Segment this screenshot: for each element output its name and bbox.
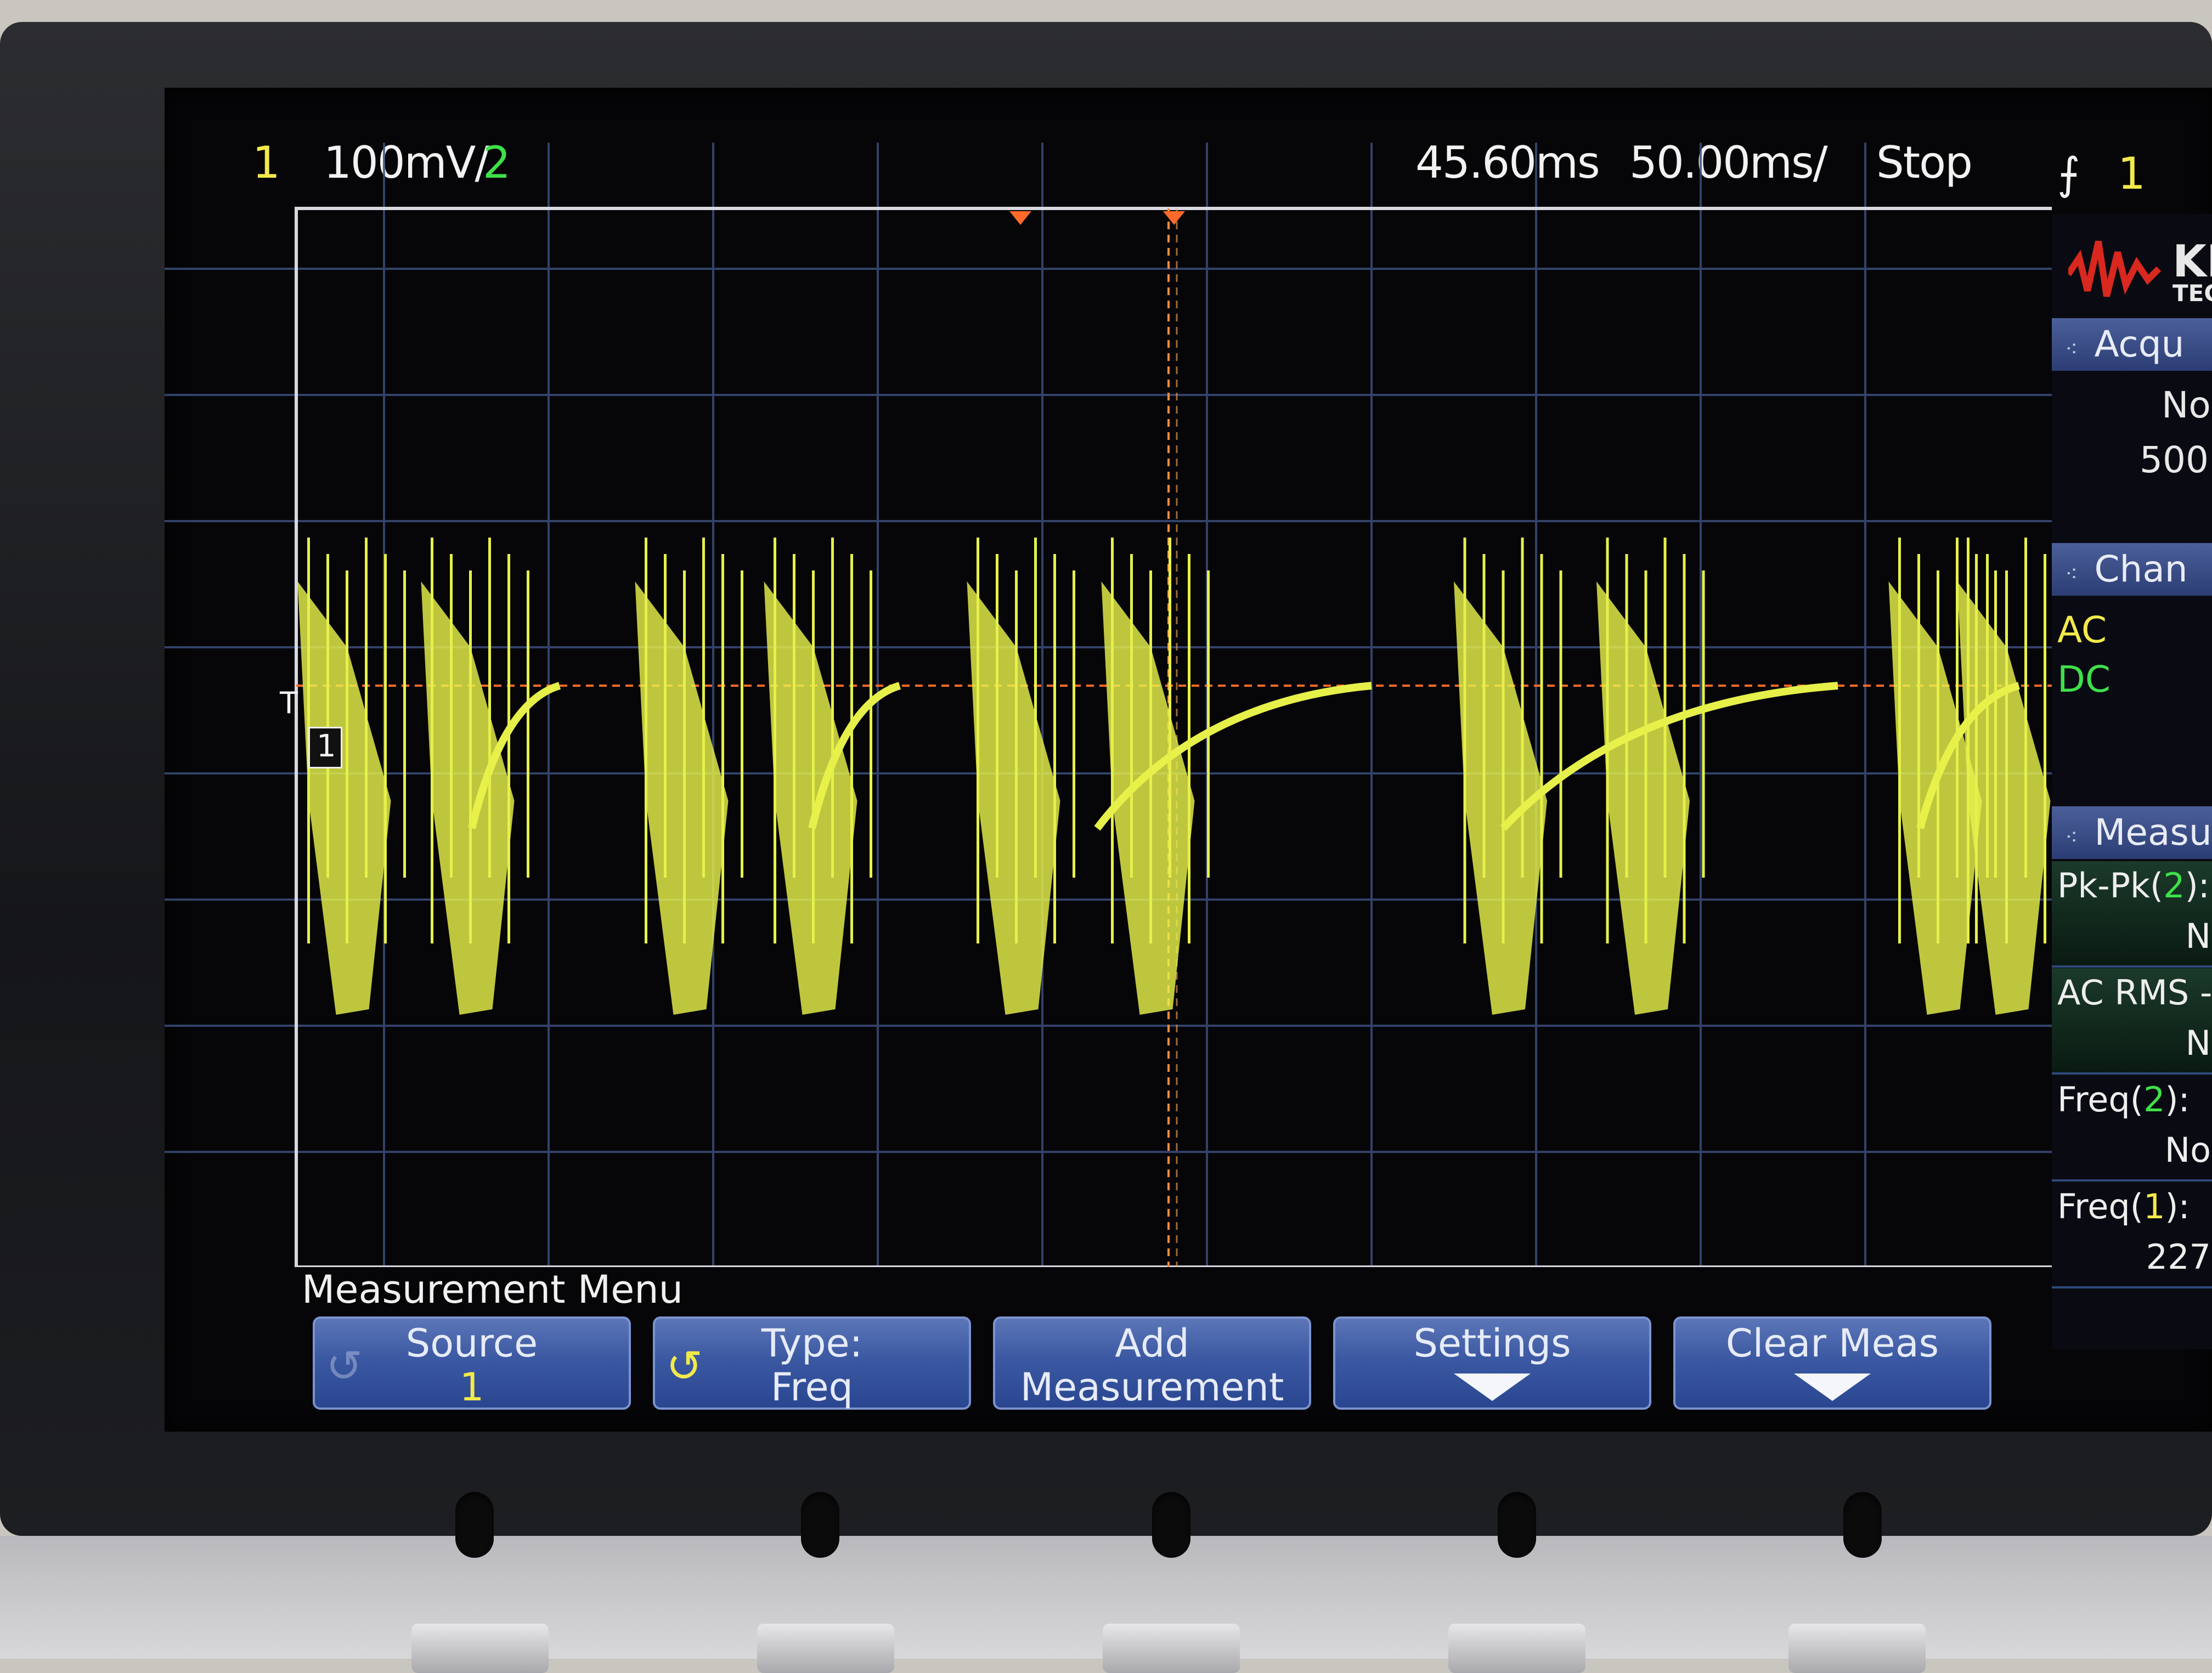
trigger-rising-edge-icon: ⨍ bbox=[2057, 148, 2080, 199]
submenu-arrow-icon bbox=[1454, 1374, 1531, 1401]
settings-softkey[interactable]: Settings bbox=[1333, 1316, 1651, 1410]
add-measurement-softkey[interactable]: Add Measurement bbox=[993, 1316, 1311, 1410]
front-button-2[interactable] bbox=[757, 1624, 894, 1673]
measurement-freq-ch1: Freq(1): 227 bbox=[2052, 1182, 2212, 1288]
type-softkey[interactable]: ↺ Type: Freq bbox=[653, 1316, 971, 1410]
trigger-source: 1 bbox=[2118, 148, 2146, 199]
front-button-3[interactable] bbox=[1103, 1624, 1240, 1673]
softkey-2-physical[interactable] bbox=[801, 1492, 839, 1558]
scope-display: 1 100mV/ 2 45.60ms 50.00ms/ Stop ⨍ 1 T 1… bbox=[165, 88, 2212, 1432]
brand-logo-icon bbox=[2068, 240, 2162, 297]
measurement-value: 227 bbox=[2146, 1237, 2211, 1277]
ch1-ground-marker: 1 bbox=[308, 727, 342, 768]
softkey-4-physical[interactable] bbox=[1498, 1492, 1536, 1558]
softkey-label: Source bbox=[405, 1321, 538, 1366]
measurement-value: N bbox=[2185, 1023, 2211, 1063]
measurement-value: N bbox=[2185, 916, 2211, 956]
trigger-position-marker bbox=[1009, 211, 1031, 225]
submenu-arrow-icon bbox=[1794, 1374, 1871, 1401]
softkey-label: Clear Meas bbox=[1725, 1321, 1939, 1366]
measurement-value: No bbox=[2164, 1130, 2211, 1170]
brand-subname: TEC bbox=[2172, 280, 2212, 307]
acquire-rate: 500M bbox=[2140, 439, 2212, 481]
time-reference-marker bbox=[1163, 211, 1185, 225]
grip-icon: ⁖ bbox=[2065, 337, 2078, 362]
measurement-freq-ch2: Freq(2): No bbox=[2052, 1075, 2212, 1182]
waveform-area bbox=[165, 143, 2052, 1267]
softkey-label: Add bbox=[1115, 1321, 1189, 1366]
clear-meas-softkey[interactable]: Clear Meas bbox=[1673, 1316, 1991, 1410]
front-button-4[interactable] bbox=[1448, 1624, 1585, 1673]
measurement-label: AC RMS - FS bbox=[2057, 973, 2212, 1013]
measurement-pkpk-ch2: Pk-Pk(2): N bbox=[2052, 861, 2212, 968]
source-softkey[interactable]: ↺ Source 1 bbox=[313, 1316, 631, 1410]
measurement-label: Pk-Pk(2): bbox=[2057, 866, 2210, 906]
softkey-label-2: Measurement bbox=[1020, 1365, 1284, 1410]
grip-icon: ⁖ bbox=[2065, 825, 2078, 850]
softkey-label: Settings bbox=[1413, 1321, 1571, 1366]
channels-header-label: Chan bbox=[2094, 548, 2188, 590]
ch1-waveform bbox=[297, 538, 2051, 1015]
measurement-label: Freq(2): bbox=[2057, 1079, 2190, 1120]
front-button-5[interactable] bbox=[1788, 1624, 1926, 1673]
measurement-acrms: AC RMS - FS N bbox=[2052, 968, 2212, 1075]
acquire-mode: Nor bbox=[2162, 384, 2212, 426]
acquire-header-label: Acqu bbox=[2094, 323, 2185, 365]
info-sidebar: KE TEC ⁖Acqu Nor 500M ⁖Chan AC DC ⁖Measu… bbox=[2052, 214, 2212, 1349]
softkey-1-physical[interactable] bbox=[455, 1492, 494, 1558]
menu-title: Measurement Menu bbox=[302, 1267, 684, 1312]
softkey-value: 1 bbox=[459, 1365, 484, 1410]
front-button-1[interactable] bbox=[411, 1624, 549, 1673]
measurement-label: Freq(1): bbox=[2057, 1186, 2190, 1227]
ch2-coupling: DC bbox=[2057, 658, 2111, 700]
trigger-level-marker: T bbox=[280, 686, 298, 720]
ch1-coupling: AC bbox=[2057, 609, 2107, 651]
ch1-ground-label: 1 bbox=[317, 728, 336, 764]
channels-header[interactable]: ⁖ Chan bbox=[2052, 543, 2212, 596]
softkey-3-physical[interactable] bbox=[1152, 1492, 1190, 1558]
softkey-value: Freq bbox=[771, 1365, 853, 1410]
acquire-header[interactable]: ⁖ Acqu bbox=[2052, 318, 2212, 371]
softkey-label: Type: bbox=[761, 1321, 863, 1366]
grip-icon: ⁖ bbox=[2065, 562, 2078, 587]
measurements-header-label: Measure bbox=[2094, 811, 2212, 854]
softkey-5-physical[interactable] bbox=[1843, 1492, 1882, 1558]
measurements-header[interactable]: ⁖ Measure bbox=[2052, 806, 2212, 859]
